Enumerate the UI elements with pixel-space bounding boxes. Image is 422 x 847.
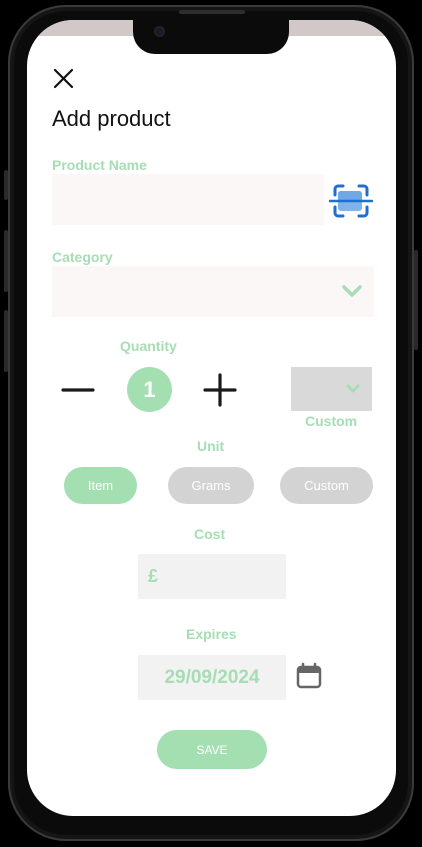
- chevron-down-icon: [342, 285, 362, 297]
- product-name-input[interactable]: [52, 174, 324, 225]
- barcode-scan-icon: [328, 184, 374, 218]
- save-button[interactable]: SAVE: [157, 730, 267, 769]
- category-label: Category: [52, 249, 113, 265]
- close-button[interactable]: [49, 64, 79, 94]
- page-title: Add product: [52, 106, 171, 131]
- phone-volume-up: [4, 230, 8, 292]
- unit-label: Unit: [197, 438, 225, 454]
- earpiece-speaker: [179, 10, 245, 14]
- chevron-down-icon: [346, 384, 360, 393]
- unit-option-grams[interactable]: Grams: [168, 467, 254, 504]
- expiry-date-field[interactable]: 29/09/2024: [138, 655, 286, 700]
- front-camera: [154, 26, 165, 37]
- phone-volume-down: [4, 310, 8, 372]
- unit-option-item[interactable]: Item: [64, 467, 137, 504]
- cost-label: Cost: [194, 526, 226, 542]
- product-name-label: Product Name: [52, 157, 147, 173]
- quantity-value: 1: [127, 367, 172, 412]
- minus-icon: [61, 388, 95, 392]
- expires-label: Expires: [186, 626, 237, 642]
- plus-icon: [203, 373, 237, 407]
- quantity-increment-button[interactable]: [203, 373, 237, 412]
- scan-barcode-button[interactable]: [328, 183, 374, 219]
- app-screen: Add product Product Name Category Quanti…: [27, 20, 396, 816]
- quantity-label: Quantity: [120, 338, 177, 354]
- phone-power-button: [414, 250, 418, 350]
- unit-option-custom[interactable]: Custom: [280, 467, 373, 504]
- currency-symbol: £: [148, 566, 159, 586]
- quantity-decrement-button[interactable]: [61, 375, 95, 410]
- calendar-icon: [296, 662, 322, 689]
- calendar-button[interactable]: [295, 662, 323, 690]
- custom-quantity-label: Custom: [305, 413, 358, 429]
- cost-input[interactable]: £: [138, 554, 286, 599]
- custom-quantity-dropdown[interactable]: [291, 367, 372, 411]
- category-dropdown[interactable]: [52, 266, 374, 317]
- phone-mute-switch: [4, 170, 8, 200]
- close-icon: [53, 68, 74, 89]
- notch: [133, 20, 289, 54]
